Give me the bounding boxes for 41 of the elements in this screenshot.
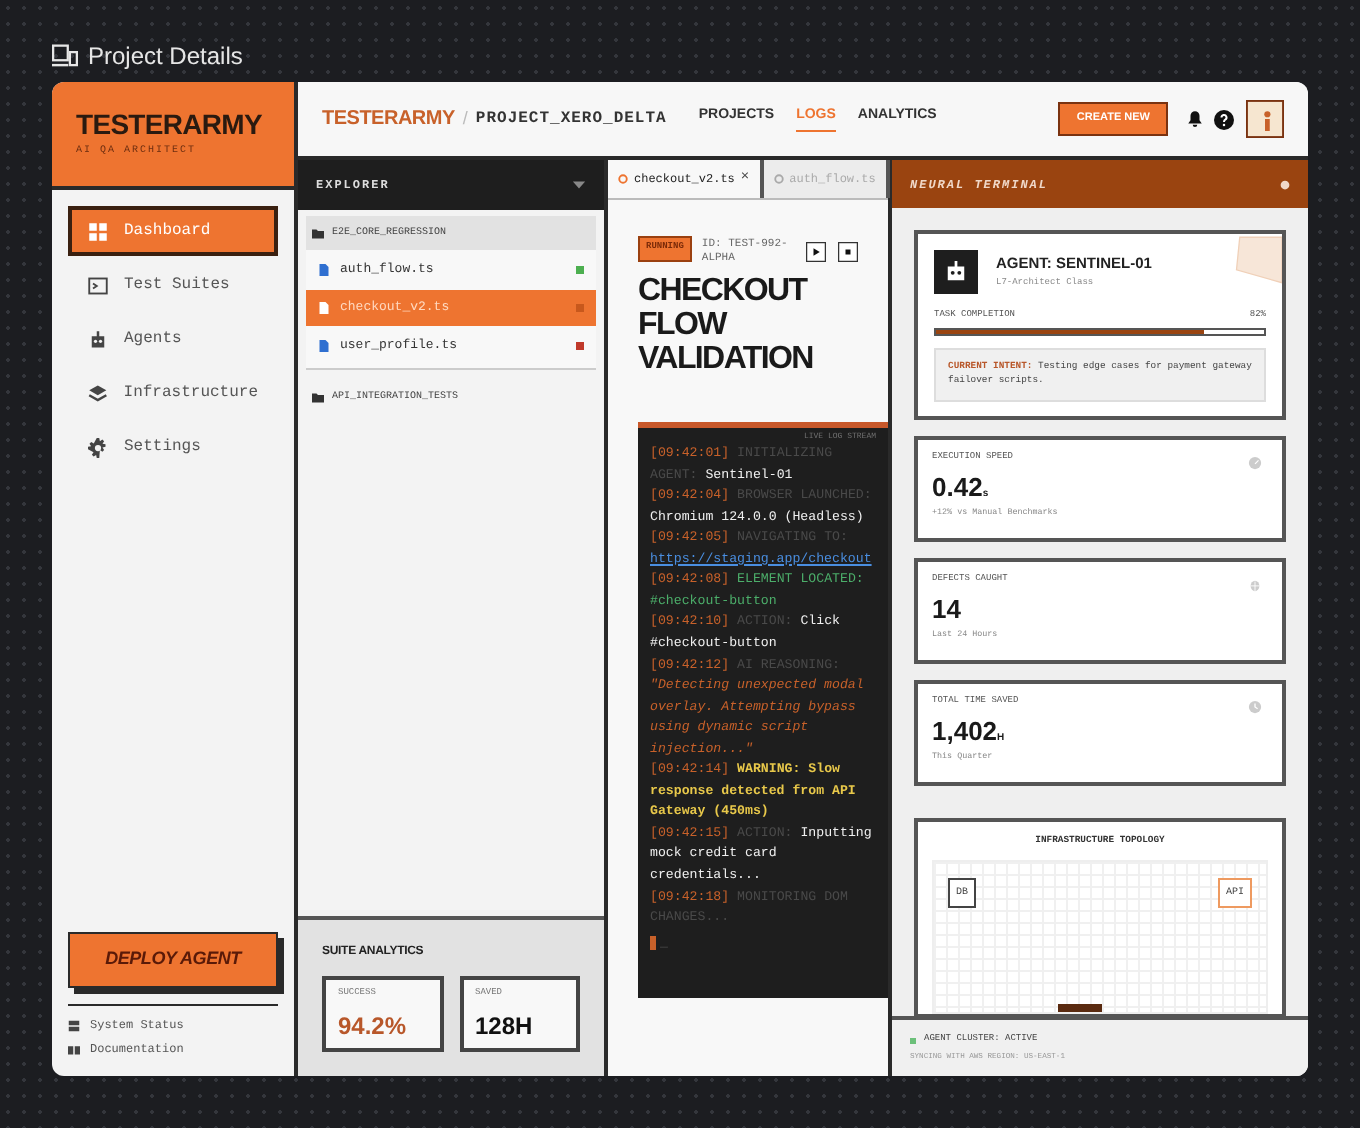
file-code-icon — [773, 174, 784, 184]
help-icon[interactable] — [1214, 109, 1234, 129]
metric-value: 1,402 — [932, 713, 998, 750]
stat-value: 128H — [475, 1009, 535, 1044]
book-icon — [68, 1043, 80, 1055]
folder-icon — [312, 391, 324, 403]
terminal-icon — [88, 275, 108, 295]
page-title: Project Details — [88, 40, 243, 74]
devices-icon — [52, 43, 78, 69]
topology-node-marker — [1058, 1003, 1102, 1012]
breadcrumb-project[interactable]: PROJECT_XERO_DELTA — [475, 107, 667, 131]
file-code-icon — [618, 174, 628, 184]
grid-icon — [88, 221, 108, 241]
corner-decoration — [1230, 234, 1282, 286]
server-icon — [68, 1019, 80, 1031]
layers-icon — [88, 383, 108, 403]
dropdown-icon — [572, 178, 586, 192]
robot-icon — [934, 250, 978, 294]
clock-icon — [1248, 699, 1262, 714]
cursor-block — [650, 936, 656, 951]
brand-name: TESTERARMY — [76, 110, 264, 138]
file-icon — [318, 302, 330, 314]
file-icon — [318, 340, 330, 352]
test-title: CHECKOUT FLOW VALIDATION — [638, 276, 815, 378]
metric-value: 0.42 — [932, 469, 983, 506]
breadcrumb-separator: / — [462, 105, 468, 132]
metric-value: 14 — [932, 591, 961, 628]
robot-icon — [88, 329, 108, 349]
folder-icon — [312, 227, 324, 239]
gear-icon — [88, 437, 108, 457]
stat-value: 94.2% — [338, 1009, 409, 1044]
deploy-agent-button[interactable]: DEPLOY AGENT — [68, 932, 278, 988]
breadcrumb-brand[interactable]: TESTERARMY — [322, 104, 455, 134]
sidebar-item[interactable]: Agents — [68, 314, 278, 364]
gauge-icon — [1248, 455, 1262, 470]
avatar-icon[interactable] — [1246, 100, 1284, 138]
sidebar-item[interactable]: Settings — [68, 422, 278, 472]
sidebar-item[interactable]: Test Suites — [68, 260, 278, 310]
sidebar-item[interactable]: Infrastructure — [68, 368, 278, 418]
file-icon — [318, 264, 330, 276]
bell-icon[interactable] — [1186, 110, 1204, 128]
